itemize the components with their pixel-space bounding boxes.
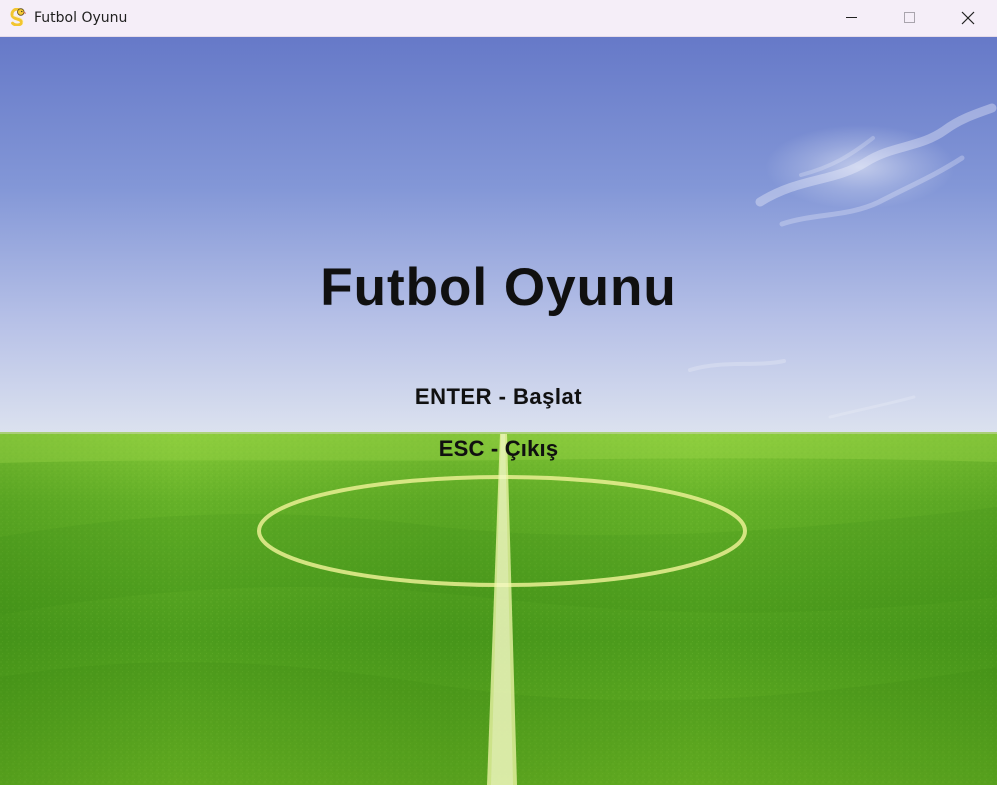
start-game-hint: ENTER - Başlat <box>414 384 583 409</box>
pygame-snake-icon <box>10 8 27 26</box>
game-canvas[interactable]: Futbol Oyunu ENTER - Başlat ESC - Çıkış <box>0 37 997 785</box>
window-titlebar[interactable]: Futbol Oyunu <box>0 0 997 37</box>
close-icon <box>961 11 975 25</box>
close-button[interactable] <box>938 0 996 36</box>
game-title: Futbol Oyunu <box>320 258 677 317</box>
minimize-icon <box>846 17 857 18</box>
application-window: Futbol Oyunu Futbol Oyunu ENTER - Başlat… <box>0 0 997 785</box>
football-field-scene <box>0 37 997 785</box>
maximize-button[interactable] <box>880 0 938 36</box>
exit-game-hint: ESC - Çıkış <box>438 436 559 461</box>
window-title: Futbol Oyunu <box>34 10 128 26</box>
minimize-button[interactable] <box>822 0 880 36</box>
maximize-icon <box>904 12 915 23</box>
